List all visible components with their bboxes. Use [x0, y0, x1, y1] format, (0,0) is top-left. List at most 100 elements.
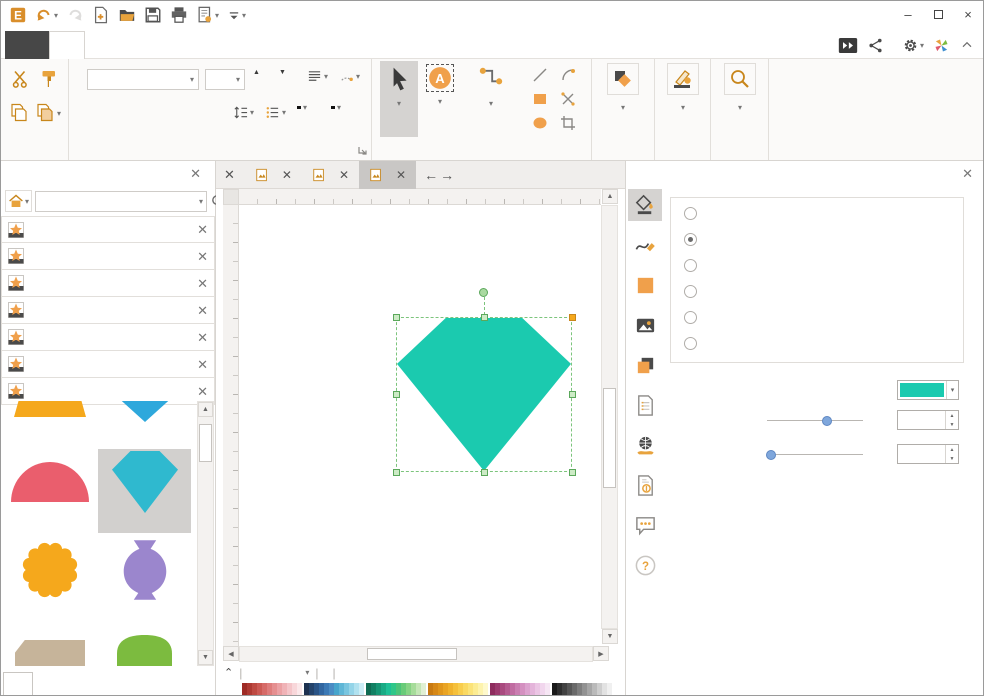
handle-top-right[interactable]: [569, 314, 576, 321]
shape-icon[interactable]: [628, 269, 662, 301]
cross-tool-icon[interactable]: [560, 91, 576, 107]
libraries-close-icon[interactable]: ✕: [190, 167, 201, 180]
qat-print[interactable]: [168, 4, 190, 26]
handle-bottom-left[interactable]: [393, 469, 400, 476]
paste-button[interactable]: ▾: [35, 103, 61, 123]
page-setup-icon[interactable]: [628, 389, 662, 421]
text-tool-button[interactable]: A ▾: [422, 61, 458, 137]
qat-edraw-logo[interactable]: E: [7, 4, 29, 26]
fill-option-single-color-gradient-fill[interactable]: [684, 285, 705, 298]
pagebar-collapse-icon[interactable]: ⌃: [224, 666, 233, 679]
font-size-select[interactable]: ▾: [205, 69, 245, 90]
rectangle-tool-icon[interactable]: [532, 91, 548, 107]
canvas-scroll-left-icon[interactable]: ◀: [223, 646, 239, 661]
shape-thumb-diamond[interactable]: [98, 449, 191, 533]
fill-option-gradient-fill[interactable]: [684, 259, 705, 272]
transparency-spinner[interactable]: ▲ ▼: [897, 444, 959, 464]
shade-up-icon[interactable]: ▲: [946, 411, 958, 420]
v-scrollbar-thumb[interactable]: [603, 388, 616, 488]
hyperlink-icon[interactable]: [628, 429, 662, 461]
handle-mid-left[interactable]: [393, 391, 400, 398]
library-item-close-icon[interactable]: ✕: [197, 304, 208, 317]
palette-swatch[interactable]: [421, 683, 426, 695]
drawing-canvas[interactable]: [239, 205, 601, 646]
scroll-up-icon[interactable]: ▲: [198, 402, 213, 417]
document-tab-close-icon[interactable]: ✕: [396, 168, 406, 182]
arc-tool-icon[interactable]: [560, 67, 576, 83]
handle-bottom-right[interactable]: [569, 469, 576, 476]
shape-thumb-partial-6[interactable]: [3, 625, 96, 666]
qat-print-preview[interactable]: ▾: [194, 4, 221, 26]
palette-swatch[interactable]: [545, 683, 550, 695]
minimize-button[interactable]: –: [893, 1, 923, 27]
bullet-list-button[interactable]: ▾: [265, 105, 286, 120]
qat-new-file[interactable]: [90, 4, 112, 26]
share-icon[interactable]: [867, 37, 884, 54]
canvas-scroll-up-icon[interactable]: ▲: [602, 189, 618, 204]
shade-slider[interactable]: [767, 412, 863, 428]
arrange-button[interactable]: ▾: [598, 63, 648, 112]
ellipse-tool-icon[interactable]: [532, 115, 548, 131]
library-item-arrow-shapes[interactable]: ✕: [1, 243, 215, 270]
canvas-scroll-right-icon[interactable]: ▶: [593, 646, 609, 661]
document-tab-drawing7[interactable]: ✕: [302, 161, 359, 189]
transparency-slider-thumb[interactable]: [765, 449, 776, 460]
qat-customize-quick-access[interactable]: ▾: [225, 4, 248, 26]
collapse-ribbon-icon[interactable]: [959, 37, 975, 53]
library-search-input[interactable]: [39, 193, 199, 209]
shape-thumb-trapezoid[interactable]: [3, 401, 96, 445]
shadow-icon[interactable]: [628, 349, 662, 381]
fill-color-picker[interactable]: ▾: [897, 380, 959, 400]
library-item-close-icon[interactable]: ✕: [197, 358, 208, 371]
select-tool-button[interactable]: ▾: [380, 61, 418, 137]
tab-scroll-arrows[interactable]: ← →: [424, 167, 454, 183]
document-tab-drawing6[interactable]: ✕: [245, 161, 302, 189]
text-highlight-button[interactable]: ▾: [297, 103, 307, 112]
editing-button[interactable]: ▾: [715, 63, 765, 112]
line-style-icon[interactable]: [628, 229, 662, 261]
palette-swatch[interactable]: [359, 683, 364, 695]
handle-bottom-mid[interactable]: [481, 469, 488, 476]
shade-slider-thumb[interactable]: [821, 415, 832, 426]
cut-button[interactable]: [11, 69, 31, 89]
settings-button[interactable]: ▾: [902, 37, 924, 54]
decrease-font-button[interactable]: ▼: [279, 69, 286, 76]
shape-thumb-partial-7[interactable]: [98, 625, 191, 666]
document-tab-close-icon[interactable]: ✕: [339, 168, 349, 182]
library-home-button[interactable]: ▾: [5, 190, 33, 212]
shade-down-icon[interactable]: ▼: [946, 420, 958, 429]
transparency-slider[interactable]: [765, 446, 863, 462]
handle-top-mid[interactable]: [481, 314, 488, 321]
transparency-up-icon[interactable]: ▲: [946, 445, 958, 454]
library-item-icons[interactable]: ✕: [1, 351, 215, 378]
palette-swatch[interactable]: [297, 683, 302, 695]
crop-tool-icon[interactable]: [560, 115, 576, 131]
panel-tab-libraries[interactable]: [3, 672, 33, 695]
tab-scroll-right-icon[interactable]: →: [440, 167, 454, 183]
snapshot-icon[interactable]: [838, 37, 858, 54]
format-painter-button[interactable]: [39, 69, 59, 89]
fill-option-picture-or-texture-fill[interactable]: [684, 337, 705, 350]
help-icon[interactable]: ?: [628, 549, 662, 581]
close-document-icon[interactable]: ✕: [224, 167, 235, 183]
comment-icon[interactable]: [628, 509, 662, 541]
increase-font-button[interactable]: ▲: [253, 69, 260, 76]
menu-tab-view[interactable]: [153, 31, 187, 59]
library-item-close-icon[interactable]: ✕: [197, 331, 208, 344]
color-caret-icon[interactable]: ▾: [946, 381, 958, 399]
qat-undo[interactable]: ▾: [33, 4, 60, 26]
picture-icon[interactable]: [628, 309, 662, 341]
canvas-vertical-scrollbar[interactable]: [601, 205, 618, 629]
palette-swatch[interactable]: [483, 683, 488, 695]
library-item-close-icon[interactable]: ✕: [197, 277, 208, 290]
close-button[interactable]: ×: [953, 1, 983, 27]
align-button[interactable]: ▾: [307, 69, 328, 84]
qat-open-file[interactable]: [116, 4, 138, 26]
library-item-close-icon[interactable]: ✕: [197, 250, 208, 263]
fill-bucket-icon[interactable]: [628, 189, 662, 221]
handle-mid-right[interactable]: [569, 391, 576, 398]
shape-thumb-circle-wi-[interactable]: [3, 537, 96, 621]
fill-option-solid-fill[interactable]: [684, 233, 705, 246]
fill-option-no-fill[interactable]: [684, 207, 705, 220]
transparency-down-icon[interactable]: ▼: [946, 454, 958, 463]
